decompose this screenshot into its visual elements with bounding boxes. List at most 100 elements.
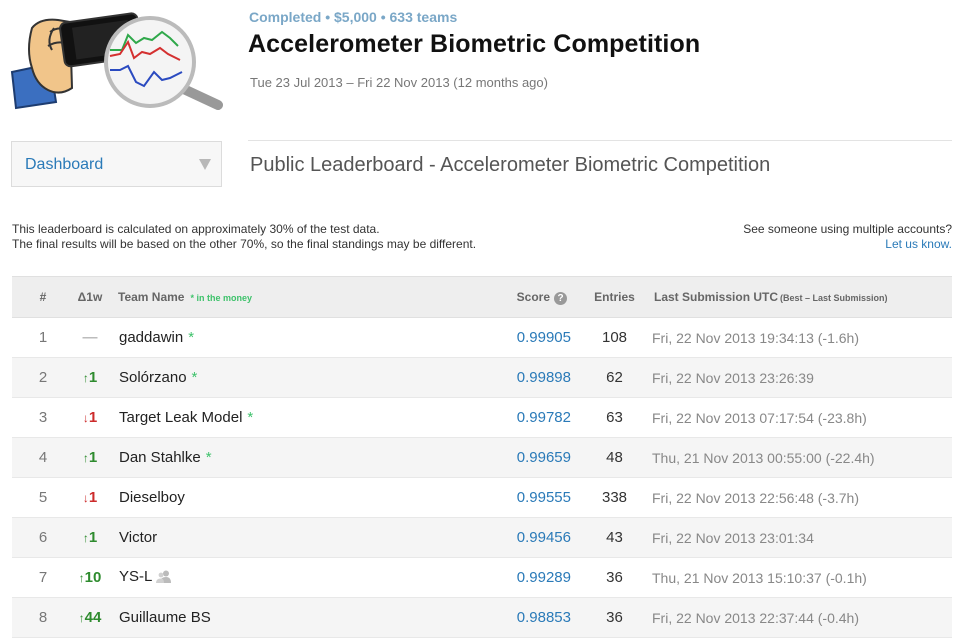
score-link[interactable]: 0.99782 xyxy=(517,409,571,426)
last-submission-cell: Thu, 21 Nov 2013 15:10:37 (-0.1h) xyxy=(642,557,952,598)
team-members-icon[interactable] xyxy=(156,570,172,587)
score-link[interactable]: 0.99555 xyxy=(517,489,571,506)
entries-header[interactable]: Entries xyxy=(587,276,642,318)
multiple-accounts-note: See someone using multiple accounts? Let… xyxy=(743,222,952,252)
rank-cell: 4 xyxy=(12,437,74,478)
entries-cell: 62 xyxy=(587,357,642,398)
rank-header[interactable]: # xyxy=(12,276,74,318)
dropdown-label: Dashboard xyxy=(25,156,104,173)
score-cell: 0.99905 xyxy=(492,317,587,358)
score-link[interactable]: 0.99456 xyxy=(517,529,571,546)
table-row: 8 ↑44 Guillaume BS 0.98853 36 Fri, 22 Nov 201… xyxy=(12,597,952,638)
score-link[interactable]: 0.98853 xyxy=(517,609,571,626)
table-row: 7 ↑10 YS-L 0.99289 36 Thu, 21 Nov 2013 15:10:… xyxy=(12,557,952,598)
competition-status: Completed • $5,000 • 633 teams xyxy=(249,9,458,25)
rank-cell: 1 xyxy=(12,317,74,358)
score-header[interactable]: Score? xyxy=(492,276,587,318)
rank-cell: 5 xyxy=(12,477,74,518)
let-us-know-link[interactable]: Let us know. xyxy=(743,237,952,252)
leaderboard-table: # Δ1w Team Name * in the money Score? Ent… xyxy=(12,276,952,638)
score-link[interactable]: 0.99905 xyxy=(517,329,571,346)
last-submission-cell: Fri, 22 Nov 2013 19:34:13 (-1.6h) xyxy=(642,317,952,358)
rank-cell: 8 xyxy=(12,597,74,638)
leaderboard-note: This leaderboard is calculated on approx… xyxy=(12,222,476,252)
team-cell: Target Leak Model * xyxy=(106,397,492,438)
delta-cell: ↑1 xyxy=(74,437,106,478)
table-row: 3 ↓1 Target Leak Model * 0.99782 63 Fri, 22 No… xyxy=(12,397,952,438)
team-name-link[interactable]: Dan Stahlke xyxy=(119,449,201,466)
table-row: 1 — gaddawin * 0.99905 108 Fri, 22 Nov 2013 19… xyxy=(12,317,952,358)
delta-cell: ↑1 xyxy=(74,517,106,558)
delta-value: 1 xyxy=(88,369,98,386)
divider xyxy=(248,140,952,141)
question-circle-icon[interactable]: ? xyxy=(554,291,567,305)
entries-cell: 36 xyxy=(587,597,642,638)
delta-cell: — xyxy=(74,317,106,358)
team-name-link[interactable]: Solórzano xyxy=(119,369,187,386)
entries-cell: 338 xyxy=(587,477,642,518)
delta-value: 10 xyxy=(84,569,102,586)
last-submission-cell: Fri, 22 Nov 2013 22:56:48 (-3.7h) xyxy=(642,477,952,518)
score-link[interactable]: 0.99898 xyxy=(517,369,571,386)
score-link[interactable]: 0.99659 xyxy=(517,449,571,466)
table-row: 4 ↑1 Dan Stahlke * 0.99659 48 Thu, 21 Nov 2013… xyxy=(12,437,952,478)
entries-cell: 48 xyxy=(587,437,642,478)
delta-value: 1 xyxy=(88,529,98,546)
in-the-money-star-icon: * xyxy=(205,449,212,466)
delta-cell: ↑44 xyxy=(74,597,106,638)
team-name-link[interactable]: Target Leak Model xyxy=(119,409,242,426)
delta-cell: ↑1 xyxy=(74,357,106,398)
score-cell: 0.99456 xyxy=(492,517,587,558)
page-title: Public Leaderboard - Accelerometer Biome… xyxy=(250,154,771,176)
entries-cell: 43 xyxy=(587,517,642,558)
last-submission-cell: Fri, 22 Nov 2013 23:01:34 xyxy=(642,517,952,558)
competition-logo xyxy=(10,10,225,110)
competition-title: Accelerometer Biometric Competition xyxy=(248,30,701,58)
delta-value: 1 xyxy=(88,409,98,426)
last-submission-cell: Fri, 22 Nov 2013 07:17:54 (-23.8h) xyxy=(642,397,952,438)
last-submission-label: Last Submission UTC xyxy=(654,290,779,304)
table-row: 6 ↑1 Victor 0.99456 43 Fri, 22 Nov 2013 23:01… xyxy=(12,517,952,558)
competition-dates: Tue 23 Jul 2013 – Fri 22 Nov 2013 (12 mo… xyxy=(250,75,548,90)
multiple-accounts-question: See someone using multiple accounts? xyxy=(743,222,952,236)
score-cell: 0.98853 xyxy=(492,597,587,638)
team-name-link[interactable]: gaddawin xyxy=(119,329,183,346)
caret-down-icon xyxy=(199,159,211,170)
in-the-money-star-icon: * xyxy=(191,369,198,386)
table-header-row: # Δ1w Team Name * in the money Score? Ent… xyxy=(12,276,952,318)
last-submission-cell: Thu, 21 Nov 2013 00:55:00 (-22.4h) xyxy=(642,437,952,478)
delta-cell: ↓1 xyxy=(74,477,106,518)
team-cell: Dan Stahlke * xyxy=(106,437,492,478)
entries-cell: 63 xyxy=(587,397,642,438)
rank-cell: 7 xyxy=(12,557,74,598)
team-header[interactable]: Team Name * in the money xyxy=(106,276,492,318)
delta-cell: ↑10 xyxy=(74,557,106,598)
entries-cell: 36 xyxy=(587,557,642,598)
team-cell: gaddawin * xyxy=(106,317,492,358)
team-name-link[interactable]: Dieselboy xyxy=(119,489,185,506)
delta-value: 1 xyxy=(88,489,98,506)
rank-cell: 6 xyxy=(12,517,74,558)
rank-cell: 2 xyxy=(12,357,74,398)
delta-header[interactable]: Δ1w xyxy=(74,276,106,318)
delta-cell: ↓1 xyxy=(74,397,106,438)
dashboard-dropdown[interactable]: Dashboard xyxy=(11,141,222,187)
entries-cell: 108 xyxy=(587,317,642,358)
team-name-link[interactable]: Guillaume BS xyxy=(119,609,211,626)
delta-value: — xyxy=(82,329,98,346)
in-the-money-star-icon: * xyxy=(188,329,195,346)
team-cell: YS-L xyxy=(106,557,492,598)
in-the-money-note: * in the money xyxy=(190,293,252,303)
last-submission-cell: Fri, 22 Nov 2013 23:26:39 xyxy=(642,357,952,398)
last-submission-cell: Fri, 22 Nov 2013 22:37:44 (-0.4h) xyxy=(642,597,952,638)
delta-value: 44 xyxy=(84,609,102,626)
score-cell: 0.99898 xyxy=(492,357,587,398)
last-submission-header[interactable]: Last Submission UTC (Best – Last Submissi… xyxy=(642,276,952,318)
in-the-money-star-icon: * xyxy=(247,409,254,426)
rank-cell: 3 xyxy=(12,397,74,438)
score-link[interactable]: 0.99289 xyxy=(517,569,571,586)
team-name-link[interactable]: Victor xyxy=(119,529,157,546)
score-cell: 0.99289 xyxy=(492,557,587,598)
team-name-link[interactable]: YS-L xyxy=(119,568,152,585)
team-header-label: Team Name xyxy=(118,290,185,304)
